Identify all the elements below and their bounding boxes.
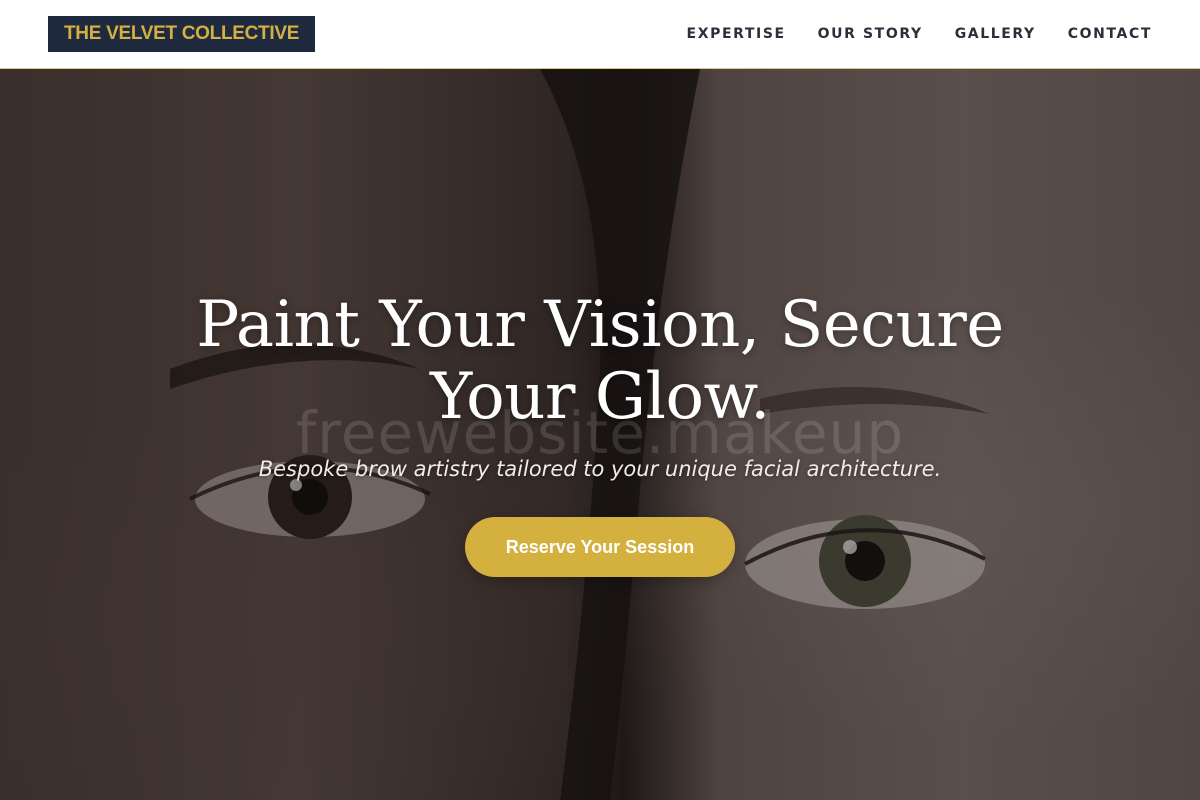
nav-item-gallery[interactable]: GALLERY bbox=[955, 26, 1036, 42]
nav-item-our-story[interactable]: OUR STORY bbox=[818, 26, 923, 42]
hero-title: Paint Your Vision, Secure Your Glow. bbox=[196, 288, 1004, 434]
nav-item-contact[interactable]: CONTACT bbox=[1068, 26, 1152, 42]
hero-content: Paint Your Vision, Secure Your Glow. Bes… bbox=[0, 289, 1200, 577]
hero-subtitle: Bespoke brow artistry tailored to your u… bbox=[258, 457, 942, 481]
brand-logo[interactable]: THE VELVET COLLECTIVE bbox=[48, 16, 316, 52]
nav-item-expertise[interactable]: EXPERTISE bbox=[687, 26, 786, 42]
reserve-session-button[interactable]: Reserve Your Session bbox=[465, 517, 735, 577]
main-nav: EXPERTISE OUR STORY GALLERY CONTACT bbox=[687, 26, 1152, 42]
hero-section: freewebsite.makeup Paint Your Vision, Se… bbox=[0, 69, 1200, 800]
site-header: THE VELVET COLLECTIVE EXPERTISE OUR STOR… bbox=[0, 0, 1200, 69]
